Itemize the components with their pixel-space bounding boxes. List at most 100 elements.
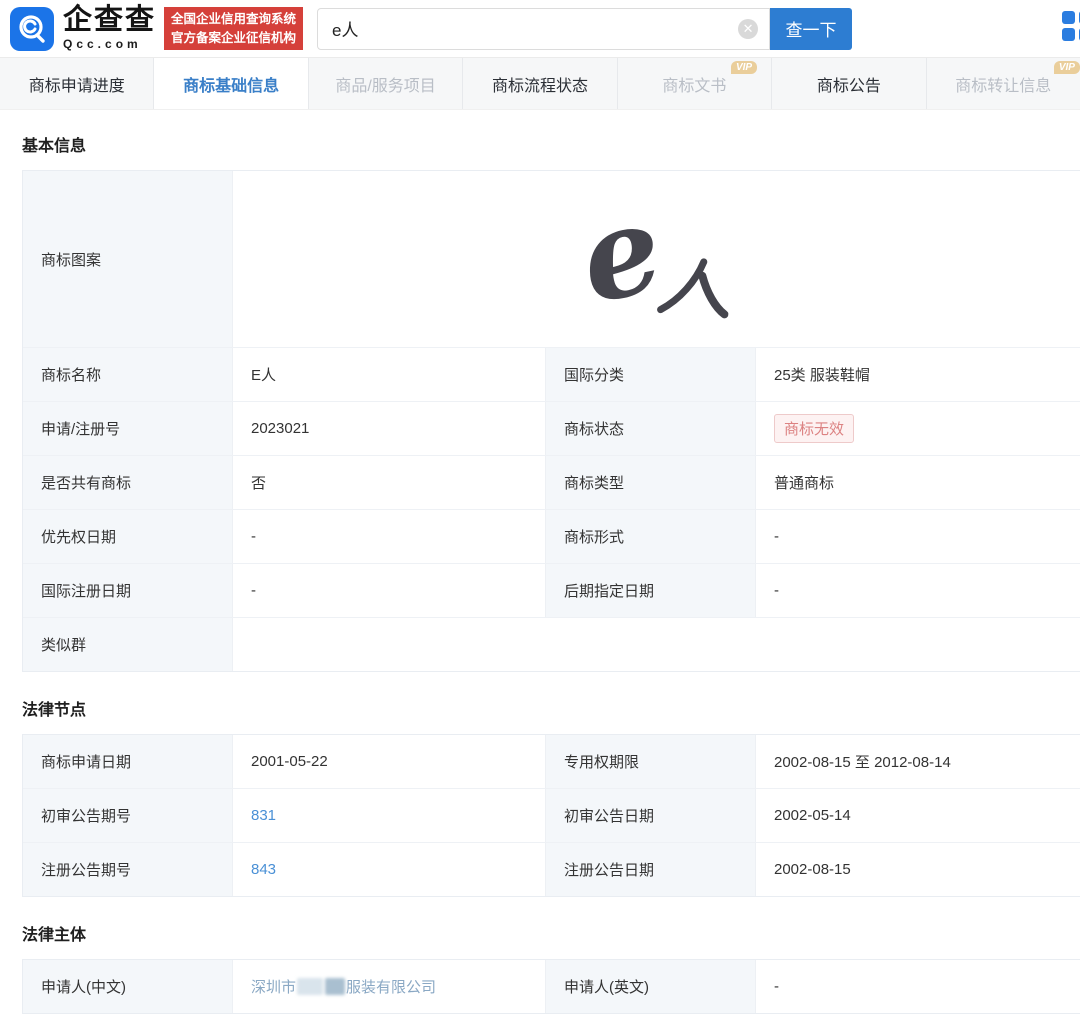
- tab-label: 商标基础信息: [183, 77, 280, 95]
- brand-domain: Qcc.com: [63, 37, 142, 51]
- row-label: 是否共有商标: [23, 456, 233, 509]
- basic-info-table: 商标图案 e 商标名称 E人 国际分类 25类 服装鞋帽 申请/注册号 2023…: [22, 170, 1080, 672]
- vip-badge: VIP: [730, 61, 758, 74]
- clear-icon[interactable]: ✕: [738, 18, 759, 39]
- row-label: 注册公告期号: [23, 843, 233, 896]
- row-value: 2023021: [233, 402, 546, 455]
- gazette-issue-link[interactable]: 843: [251, 861, 276, 878]
- table-row: 商标图案 e: [23, 171, 1080, 348]
- trademark-image: e: [567, 175, 732, 332]
- row-label: 初审公告日期: [546, 789, 756, 842]
- redacted-block: [297, 978, 324, 995]
- row-value: 普通商标: [756, 456, 1080, 509]
- search-button[interactable]: 查一下: [770, 7, 853, 50]
- redacted-block: [325, 978, 346, 995]
- row-label: 国际注册日期: [23, 564, 233, 617]
- main-content: 基本信息 商标图案 e 商标名称 E人 国际分类 25类 服装鞋帽 申请/注册号: [0, 132, 1080, 1014]
- gazette-issue-link[interactable]: 831: [251, 807, 276, 824]
- tab-label: 商标流程状态: [491, 77, 588, 95]
- company-name-prefix: 深圳市: [251, 979, 297, 996]
- row-label: 申请人(中文): [23, 960, 233, 1013]
- magnifier-swirl-icon: [19, 14, 45, 43]
- tab-documents[interactable]: 商标文书 VIP: [618, 58, 773, 109]
- row-value: 843: [233, 843, 546, 896]
- row-value: 否: [233, 456, 546, 509]
- tab-label: 商标文书: [662, 77, 727, 95]
- logo-text[interactable]: 企查查 Qcc.com: [63, 4, 157, 52]
- trademark-ren-glyph: [657, 258, 729, 319]
- table-row: 初审公告期号 831 初审公告日期 2002-05-14: [23, 789, 1080, 843]
- section-title-legal-entity: 法律主体: [22, 927, 87, 944]
- apps-grid-cell: [1062, 28, 1075, 41]
- row-label: 类似群: [23, 618, 233, 671]
- qcc-logo-icon[interactable]: [10, 6, 54, 51]
- row-label: 国际分类: [546, 348, 756, 401]
- table-row: 商标申请日期 2001-05-22 专用权期限 2002-08-15 至 201…: [23, 735, 1080, 789]
- row-value: 2001-05-22: [233, 735, 546, 788]
- table-row: 申请/注册号 2023021 商标状态 商标无效: [23, 402, 1080, 456]
- row-label: 商标名称: [23, 348, 233, 401]
- search-bar: ✕ 查一下: [317, 7, 853, 50]
- row-label: 申请人(英文): [546, 960, 756, 1013]
- row-value: [233, 618, 1080, 671]
- row-label: 商标图案: [23, 171, 233, 347]
- apps-grid-icon[interactable]: [1062, 11, 1080, 45]
- section-title-legal-nodes: 法律节点: [22, 702, 87, 719]
- legal-entity-table: 申请人(中文) 深圳市 服装有限公司 申请人(英文) -: [22, 959, 1080, 1014]
- row-label: 专用权期限: [546, 735, 756, 788]
- row-value: -: [756, 510, 1080, 563]
- row-label: 商标形式: [546, 510, 756, 563]
- row-value: E人: [233, 348, 546, 401]
- tab-transfer-info[interactable]: 商标转让信息 VIP: [927, 58, 1080, 109]
- tab-application-progress[interactable]: 商标申请进度: [0, 58, 155, 109]
- header: 企查查 Qcc.com 全国企业信用查询系统 官方备案企业征信机构 ✕ 查一下: [0, 0, 1080, 57]
- row-value: 2002-08-15: [756, 843, 1080, 896]
- tab-label: 商品/服务项目: [335, 77, 436, 95]
- table-row: 优先权日期 - 商标形式 -: [23, 510, 1080, 564]
- tab-label: 商标公告: [816, 77, 881, 95]
- brand-name: 企查查: [63, 4, 157, 36]
- row-label: 初审公告期号: [23, 789, 233, 842]
- trademark-image-cell: e: [233, 171, 1080, 347]
- table-row: 国际注册日期 - 后期指定日期 -: [23, 564, 1080, 618]
- row-value: -: [233, 510, 546, 563]
- legal-nodes-table: 商标申请日期 2001-05-22 专用权期限 2002-08-15 至 201…: [22, 734, 1080, 897]
- tab-label: 商标转让信息: [955, 77, 1052, 95]
- section-title-basic-info: 基本信息: [22, 138, 87, 155]
- apps-grid-cell: [1062, 11, 1075, 24]
- row-label: 商标类型: [546, 456, 756, 509]
- row-label: 商标申请日期: [23, 735, 233, 788]
- row-value: -: [756, 960, 1080, 1013]
- row-label: 申请/注册号: [23, 402, 233, 455]
- row-label: 商标状态: [546, 402, 756, 455]
- vip-badge: VIP: [1053, 61, 1080, 74]
- tab-basic-info[interactable]: 商标基础信息: [154, 58, 309, 109]
- row-value: -: [233, 564, 546, 617]
- tab-process-status[interactable]: 商标流程状态: [463, 58, 618, 109]
- table-row: 申请人(中文) 深圳市 服装有限公司 申请人(英文) -: [23, 960, 1080, 1013]
- row-value: 831: [233, 789, 546, 842]
- row-value: 2002-08-15 至 2012-08-14: [756, 735, 1080, 788]
- row-value: 25类 服装鞋帽: [756, 348, 1080, 401]
- row-value: 商标无效: [756, 402, 1080, 455]
- gov-certification-badge: 全国企业信用查询系统 官方备案企业征信机构: [164, 6, 304, 51]
- row-value: 2002-05-14: [756, 789, 1080, 842]
- row-value: 深圳市 服装有限公司: [233, 960, 546, 1013]
- row-label: 优先权日期: [23, 510, 233, 563]
- row-label: 注册公告日期: [546, 843, 756, 896]
- tab-announcements[interactable]: 商标公告: [772, 58, 927, 109]
- table-row: 是否共有商标 否 商标类型 普通商标: [23, 456, 1080, 510]
- applicant-company-link[interactable]: 深圳市 服装有限公司: [251, 976, 436, 997]
- tab-bar: 商标申请进度 商标基础信息 商品/服务项目 商标流程状态 商标文书 VIP 商标…: [0, 57, 1080, 110]
- search-input[interactable]: [317, 7, 771, 50]
- table-row: 注册公告期号 843 注册公告日期 2002-08-15: [23, 843, 1080, 896]
- gov-badge-line1: 全国企业信用查询系统: [171, 11, 297, 26]
- row-label: 后期指定日期: [546, 564, 756, 617]
- table-row: 商标名称 E人 国际分类 25类 服装鞋帽: [23, 348, 1080, 402]
- gov-badge-line2: 官方备案企业征信机构: [171, 30, 297, 45]
- tab-label: 商标申请进度: [28, 77, 125, 95]
- tab-goods-services[interactable]: 商品/服务项目: [309, 58, 464, 109]
- search-box: ✕: [317, 7, 771, 50]
- status-badge-invalid: 商标无效: [774, 414, 855, 443]
- company-name-suffix: 服装有限公司: [346, 979, 437, 996]
